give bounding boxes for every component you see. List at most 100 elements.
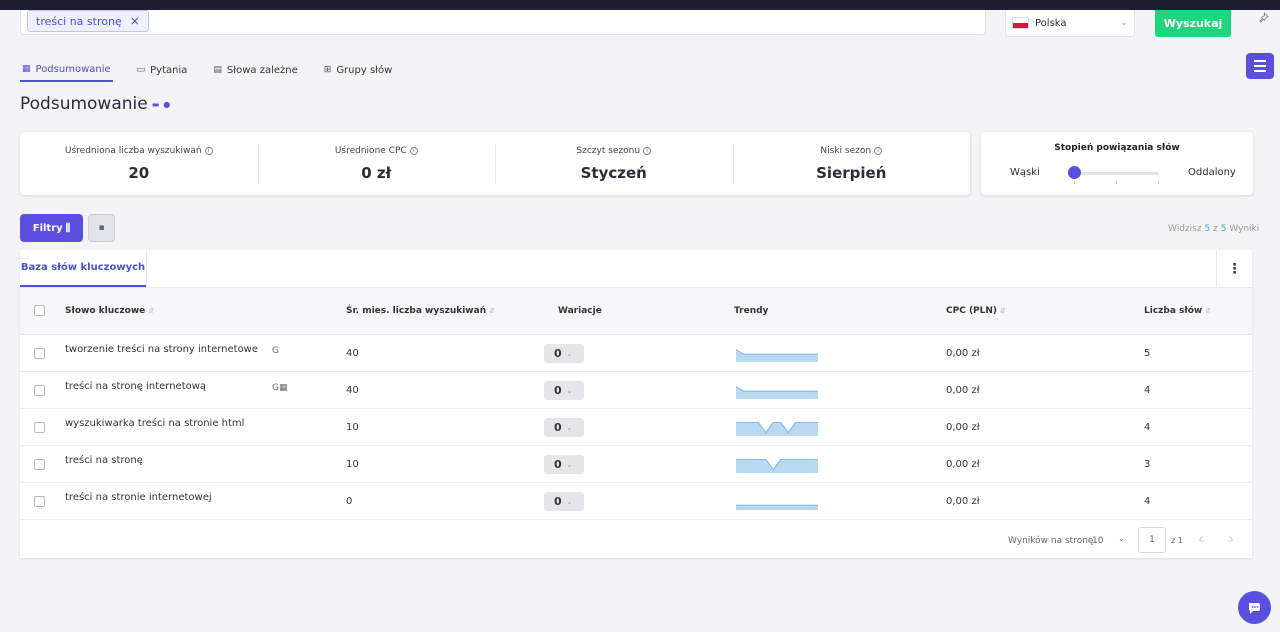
row-checkbox[interactable]	[34, 459, 45, 470]
keyword-cell[interactable]: wyszukiwarka treści na stronie html	[65, 418, 244, 429]
pin-icon[interactable]	[1258, 11, 1269, 26]
stat-peak-season: Szczyt sezonu i Styczeń	[495, 132, 733, 195]
keywords-table-card: Baza słów kluczowych ⋮ Słowo kluczowe ⇵ Ś…	[20, 250, 1252, 558]
relation-slider-thumb[interactable]	[1068, 166, 1081, 179]
results-sep: z	[1213, 224, 1218, 234]
table-row: treści na stronie internetowej 0 0 ⌄ 0,00…	[20, 483, 1252, 520]
trend-area	[736, 422, 818, 436]
tab-questions-label: Pytania	[150, 64, 188, 76]
chevron-down-icon: ⌄	[566, 497, 573, 506]
group-icon: ⊞	[323, 65, 332, 75]
variations-dropdown[interactable]: 0 ⌄	[544, 418, 584, 437]
trend-sparkline	[736, 459, 818, 473]
chevron-down-icon: ⌄	[566, 423, 573, 432]
keyword-cell[interactable]: treści na stronę internetową	[65, 381, 206, 392]
keyword-cell[interactable]: tworzenie treści na strony internetowe	[65, 344, 258, 355]
relation-slider-track[interactable]	[1074, 172, 1159, 175]
hamburger-menu-button[interactable]	[1246, 53, 1274, 79]
results-suffix: Wyniki	[1229, 224, 1260, 234]
tab-related-words[interactable]: ▤ Słowa zależne	[211, 58, 299, 82]
row-checkbox[interactable]	[34, 348, 45, 359]
table-header: Słowo kluczowe ⇵ Śr. mies. liczba wyszuki…	[20, 287, 1252, 335]
summary-tabs: ▦ Podsumowanie ▭ Pytania ▤ Słowa zależne…	[20, 58, 394, 84]
save-icon[interactable]: ▪	[88, 214, 115, 242]
trend-line	[736, 349, 818, 355]
stat-label: Uśrednione CPC	[334, 145, 407, 156]
keyword-search-input[interactable]: treści na stronę ×	[20, 10, 986, 35]
page-size-select[interactable]: 10	[1092, 536, 1103, 546]
variations-dropdown[interactable]: 0 ⌄	[544, 492, 584, 511]
chevron-down-icon[interactable]: ⌄	[1118, 534, 1125, 543]
chevron-left-icon[interactable]: ‹	[1198, 530, 1204, 548]
trend-line	[736, 386, 818, 392]
variations-value: 0	[554, 458, 562, 471]
variations-value: 0	[554, 421, 562, 434]
header-cpc[interactable]: CPC (PLN) ⇵	[946, 306, 1006, 316]
trend-sparkline	[736, 386, 818, 399]
tab-questions[interactable]: ▭ Pytania	[135, 58, 190, 82]
select-all-checkbox[interactable]	[34, 305, 45, 316]
keyword-cell[interactable]: treści na stronie internetowej	[65, 492, 212, 503]
keyword-chip[interactable]: treści na stronę ×	[27, 10, 149, 32]
chevron-down-icon: ⌄	[566, 386, 573, 395]
word-count-cell: 4	[1144, 496, 1151, 507]
page-number-input[interactable]: 1	[1138, 527, 1166, 553]
stat-label: Uśredniona liczba wyszukiwań	[64, 145, 202, 156]
word-count-cell: 4	[1144, 422, 1151, 433]
word-count-cell: 5	[1144, 348, 1151, 359]
tab-summary[interactable]: ▦ Podsumowanie	[20, 58, 113, 82]
info-icon[interactable]: i	[643, 146, 652, 155]
tab-summary-label: Podsumowanie	[35, 63, 111, 75]
page-title: Podsumowanie ▬ ●	[20, 94, 170, 114]
stat-label: Szczyt sezonu	[576, 145, 641, 156]
cpc-cell: 0,00 zł	[946, 348, 980, 359]
cpc-cell: 0,00 zł	[946, 422, 980, 433]
chat-icon	[1248, 602, 1260, 614]
variations-value: 0	[554, 495, 562, 508]
chevron-right-icon[interactable]: ›	[1228, 530, 1234, 548]
row-checkbox[interactable]	[34, 496, 45, 507]
grid-icon: ▦	[22, 64, 31, 74]
tab-related-words-label: Słowa zależne	[226, 64, 298, 76]
info-icon[interactable]: i	[204, 146, 213, 155]
google-icon[interactable]: G▦	[272, 383, 287, 393]
trend-sparkline	[736, 504, 818, 510]
variations-dropdown[interactable]: 0 ⌄	[544, 344, 584, 363]
volume-cell: 40	[346, 348, 359, 359]
relation-title: Stopień powiązania słów	[1054, 143, 1180, 153]
table-row: tworzenie treści na strony internetowe G…	[20, 335, 1252, 372]
tab-word-groups-label: Grupy słów	[336, 64, 393, 76]
chat-support-button[interactable]	[1238, 591, 1271, 624]
search-row: treści na stronę × Polska ⌄ Wyszukaj	[0, 10, 1280, 50]
close-icon[interactable]: ×	[130, 14, 140, 28]
variations-dropdown[interactable]: 0 ⌄	[544, 381, 584, 400]
pagination: Wyników na stronę 10 ⌄ 1 z 1 ‹ ›	[20, 521, 1252, 558]
country-select[interactable]: Polska ⌄	[1005, 10, 1135, 37]
header-words[interactable]: Liczba słów ⇵	[1144, 306, 1211, 316]
search-button[interactable]: Wyszukaj	[1155, 10, 1231, 37]
tab-word-groups[interactable]: ⊞ Grupy słów	[322, 58, 395, 82]
table-row: wyszukiwarka treści na stronie html 10 0…	[20, 409, 1252, 446]
page-total: z 1	[1171, 536, 1183, 545]
row-checkbox[interactable]	[34, 422, 45, 433]
stat-value: Sierpień	[816, 163, 887, 182]
cpc-cell: 0,00 zł	[946, 496, 980, 507]
relation-right-label: Oddalony	[1188, 167, 1236, 178]
keyword-cell[interactable]: treści na stronę	[65, 455, 143, 466]
info-icon[interactable]: i	[409, 146, 418, 155]
tab-keyword-base[interactable]: Baza słów kluczowych	[20, 250, 146, 287]
volume-cell: 40	[346, 385, 359, 396]
volume-cell: 10	[346, 422, 359, 433]
info-icon[interactable]: i	[874, 146, 883, 155]
info-icon[interactable]: ●	[163, 100, 170, 109]
trend-area	[736, 505, 818, 510]
variations-dropdown[interactable]: 0 ⌄	[544, 455, 584, 474]
header-keyword[interactable]: Słowo kluczowe ⇵	[65, 306, 154, 316]
table-row: treści na stronę internetową G▦ 40 0 ⌄ 0,…	[20, 372, 1252, 409]
more-options-icon[interactable]: ⋮	[1216, 250, 1252, 287]
variations-value: 0	[554, 384, 562, 397]
google-icon[interactable]: G	[272, 346, 279, 356]
filters-button[interactable]: Filtry ⫼	[20, 214, 83, 242]
row-checkbox[interactable]	[34, 385, 45, 396]
header-volume[interactable]: Śr. mies. liczba wyszukiwań ⇵	[346, 306, 495, 316]
